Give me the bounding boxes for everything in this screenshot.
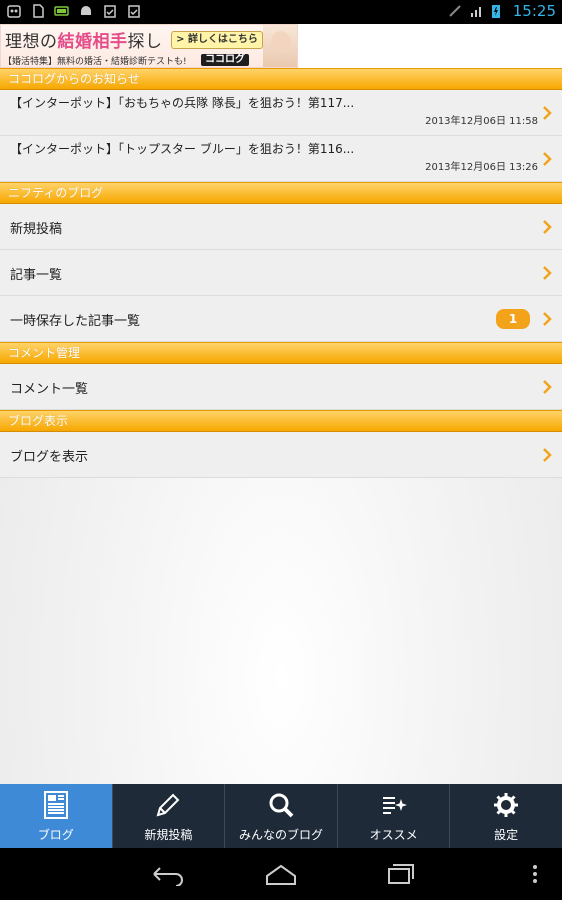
menu-label: コメント一覧 — [10, 382, 89, 397]
tab-label: 設定 — [494, 828, 519, 842]
ad-details-button[interactable]: > 詳しくはこちら — [171, 31, 263, 49]
ad-title: 理想の結婚相手探し — [5, 32, 163, 52]
news-date: 2013年12月06日 11:58 — [425, 116, 538, 127]
home-icon[interactable] — [261, 862, 301, 886]
ad-banner[interactable]: 理想の結婚相手探し > 詳しくはこちら 【婚活特集】無料の婚活・結婚診断テストも… — [0, 24, 298, 68]
section-header-view: ブログ表示 — [0, 410, 562, 432]
notification-icons — [6, 3, 142, 19]
news-item[interactable]: 【インターポット】「トップスター ブルー」を狙おう！第116... 2013年1… — [0, 136, 562, 182]
tab-blog[interactable]: ブログ — [0, 784, 113, 848]
magnifier-icon — [266, 790, 296, 820]
menu-item-drafts[interactable]: 一時保存した記事一覧 1 — [0, 296, 562, 342]
clipboard-check-icon — [126, 3, 142, 19]
ad-photo — [263, 25, 297, 67]
sparkle-list-icon — [379, 790, 409, 820]
gear-icon — [491, 790, 521, 820]
section-header-blog: ニフティのブログ — [0, 182, 562, 204]
android-icon — [78, 3, 94, 19]
wifi-hspa-icon — [469, 3, 485, 19]
chevron-right-icon — [542, 220, 552, 234]
chevron-right-icon — [542, 266, 552, 280]
menu-item-article-list[interactable]: 記事一覧 — [0, 250, 562, 296]
tab-label: 新規投稿 — [144, 828, 193, 842]
battery-widget-icon — [54, 3, 70, 19]
tab-everyone-blog[interactable]: みんなのブログ — [225, 784, 338, 848]
signal-off-icon — [447, 3, 463, 19]
recent-apps-icon[interactable] — [381, 862, 421, 886]
menu-label: 記事一覧 — [10, 268, 63, 283]
ad-brand-logo: ココログ — [201, 54, 249, 66]
menu-label: 新規投稿 — [10, 222, 63, 237]
clock: 15:25 — [512, 2, 556, 20]
system-navigation-bar — [0, 848, 562, 900]
menu-item-show-blog[interactable]: ブログを表示 — [0, 432, 562, 478]
back-icon[interactable] — [146, 862, 186, 887]
drafts-count-badge: 1 — [496, 309, 530, 329]
section-header-news: ココログからのお知らせ — [0, 68, 562, 90]
sd-card-icon — [30, 3, 46, 19]
tab-new-post[interactable]: 新規投稿 — [113, 784, 226, 848]
tab-label: みんなのブログ — [238, 828, 323, 842]
chevron-right-icon — [542, 448, 552, 462]
news-date: 2013年12月06日 13:26 — [425, 162, 538, 173]
tab-recommend[interactable]: オススメ — [338, 784, 451, 848]
chevron-right-icon — [542, 312, 552, 326]
blog-document-icon — [41, 790, 71, 820]
section-header-comments: コメント管理 — [0, 342, 562, 364]
menu-item-new-post[interactable]: 新規投稿 — [0, 204, 562, 250]
chevron-right-icon — [542, 152, 552, 166]
news-title: 【インターポット】「トップスター ブルー」を狙おう！第116... — [10, 142, 355, 156]
battery-charging-icon — [491, 3, 507, 19]
system-icons: 15:25 — [447, 2, 556, 20]
tab-label: オススメ — [369, 828, 418, 842]
overflow-menu-icon[interactable] — [520, 862, 550, 886]
ad-subtext: 【婚活特集】無料の婚活・結婚診断テストも! — [3, 57, 187, 67]
tab-label: ブログ — [37, 828, 74, 842]
pencil-icon — [153, 790, 183, 820]
menu-label: 一時保存した記事一覧 — [10, 314, 141, 329]
tab-settings[interactable]: 設定 — [450, 784, 562, 848]
menu-item-comment-list[interactable]: コメント一覧 — [0, 364, 562, 410]
news-title: 【インターポット】「おもちゃの兵隊 隊長」を狙おう！第117... — [10, 96, 355, 110]
status-bar: 15:25 — [0, 0, 562, 24]
chevron-right-icon — [542, 106, 552, 120]
main-content: ココログからのお知らせ 【インターポット】「おもちゃの兵隊 隊長」を狙おう！第1… — [0, 68, 562, 784]
clipboard-check-icon — [102, 3, 118, 19]
android-debug-icon — [6, 3, 22, 19]
bottom-tab-bar: ブログ 新規投稿 みんなのブログ オススメ 設定 — [0, 784, 562, 848]
news-item[interactable]: 【インターポット】「おもちゃの兵隊 隊長」を狙おう！第117... 2013年1… — [0, 90, 562, 136]
chevron-right-icon — [542, 380, 552, 394]
menu-label: ブログを表示 — [10, 450, 89, 465]
